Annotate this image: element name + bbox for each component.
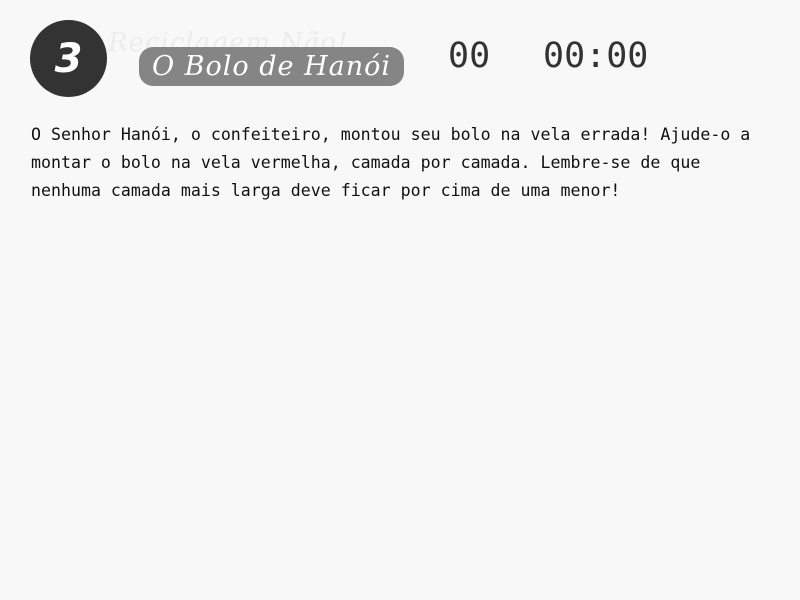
- move-counter: 00: [448, 36, 491, 76]
- game-screen: 3 Reciclagem Não! O Bolo de Hanói 00 00:…: [0, 0, 800, 600]
- instructions-text: O Senhor Hanói, o confeiteiro, montou se…: [31, 125, 751, 200]
- timer: 00:00: [543, 36, 649, 76]
- game-title: O Bolo de Hanói: [139, 47, 404, 86]
- level-badge: 3: [30, 20, 107, 97]
